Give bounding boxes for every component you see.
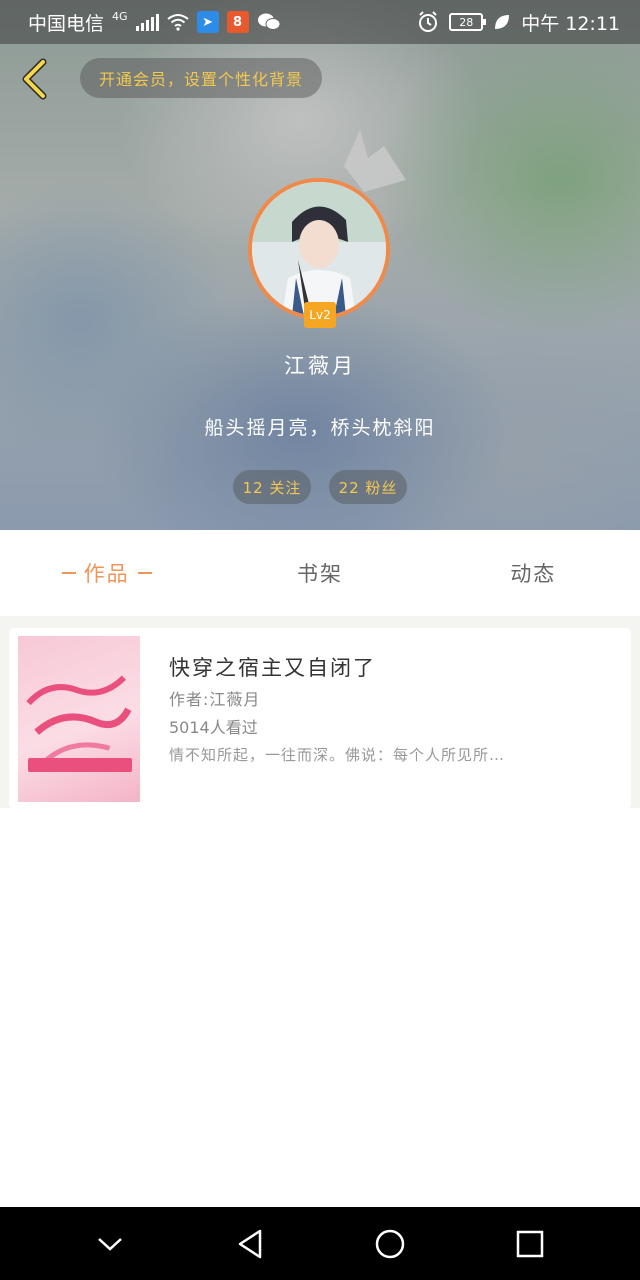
nav-home-button[interactable] — [360, 1214, 420, 1274]
tab-bookshelf[interactable]: 书架 — [213, 530, 426, 616]
status-bar-right: 28 中午 12:11 — [417, 9, 620, 36]
clock: 中午 12:11 — [521, 12, 620, 35]
back-button[interactable] — [14, 56, 54, 102]
list-item[interactable]: 快穿之宿主又自闭了 作者:江薇月 5014人看过 情不知所起，一往而深。佛说：每… — [9, 628, 631, 808]
nav-back-button[interactable] — [220, 1214, 280, 1274]
avatar-image — [252, 182, 386, 316]
tab-activity[interactable]: 动态 — [427, 530, 640, 616]
user-bio: 船头摇月亮，桥头枕斜阳 — [204, 417, 436, 439]
app-notification-icon: ➤ — [196, 11, 219, 33]
system-nav-bar — [0, 1207, 640, 1280]
username: 江薇月 — [284, 354, 356, 378]
signal-icon — [135, 13, 159, 31]
alarm-icon — [419, 11, 438, 32]
work-description: 情不知所起，一往而深。佛说：每个人所见所… — [169, 746, 506, 764]
wifi-icon — [166, 14, 189, 31]
app-notification-icon: 8 — [226, 11, 249, 33]
recents-square-icon — [516, 1230, 544, 1257]
network-type: 4G — [112, 9, 128, 23]
battery-level: 28 — [459, 15, 474, 29]
fans-count-button[interactable]: 22 粉丝 — [329, 470, 407, 504]
work-author: 作者:江薇月 — [169, 690, 261, 709]
battery-icon: 28 — [449, 13, 487, 31]
wechat-icon — [257, 13, 281, 30]
profile-tabs: 作品 书架 动态 — [0, 530, 640, 616]
profile-page: 中国电信 4G ➤ 8 28 中午 12:11 开通会员，设置个性化背景 Lv2… — [0, 0, 640, 1280]
vip-banner[interactable]: 开通会员，设置个性化背景 — [80, 58, 322, 98]
following-count-button[interactable]: 12 关注 — [233, 470, 311, 504]
leaf-icon — [495, 15, 510, 29]
home-circle-icon — [375, 1229, 405, 1258]
carrier-label: 中国电信 — [28, 12, 105, 35]
tab-works[interactable]: 作品 — [0, 530, 213, 616]
status-bar-left: 中国电信 4G ➤ 8 — [28, 9, 281, 36]
tab-label: 书架 — [296, 562, 343, 586]
status-bar: 中国电信 4G ➤ 8 28 中午 12:11 — [0, 0, 640, 44]
level-badge: Lv2 — [304, 302, 336, 328]
back-triangle-icon — [238, 1229, 262, 1258]
avatar[interactable] — [248, 178, 390, 320]
chevron-left-icon — [22, 58, 47, 100]
chevron-down-icon — [98, 1237, 122, 1251]
tab-label: 作品 — [83, 562, 130, 586]
tab-indicator-right — [137, 572, 152, 574]
nav-recents-button[interactable] — [500, 1214, 560, 1274]
work-view-count: 5014人看过 — [169, 718, 258, 737]
book-cover — [18, 636, 140, 802]
work-title: 快穿之宿主又自闭了 — [169, 656, 376, 680]
book-cover-band — [28, 758, 132, 772]
hide-nav-button[interactable] — [80, 1214, 140, 1274]
tab-label: 动态 — [510, 562, 557, 586]
tab-indicator-left — [61, 572, 76, 574]
